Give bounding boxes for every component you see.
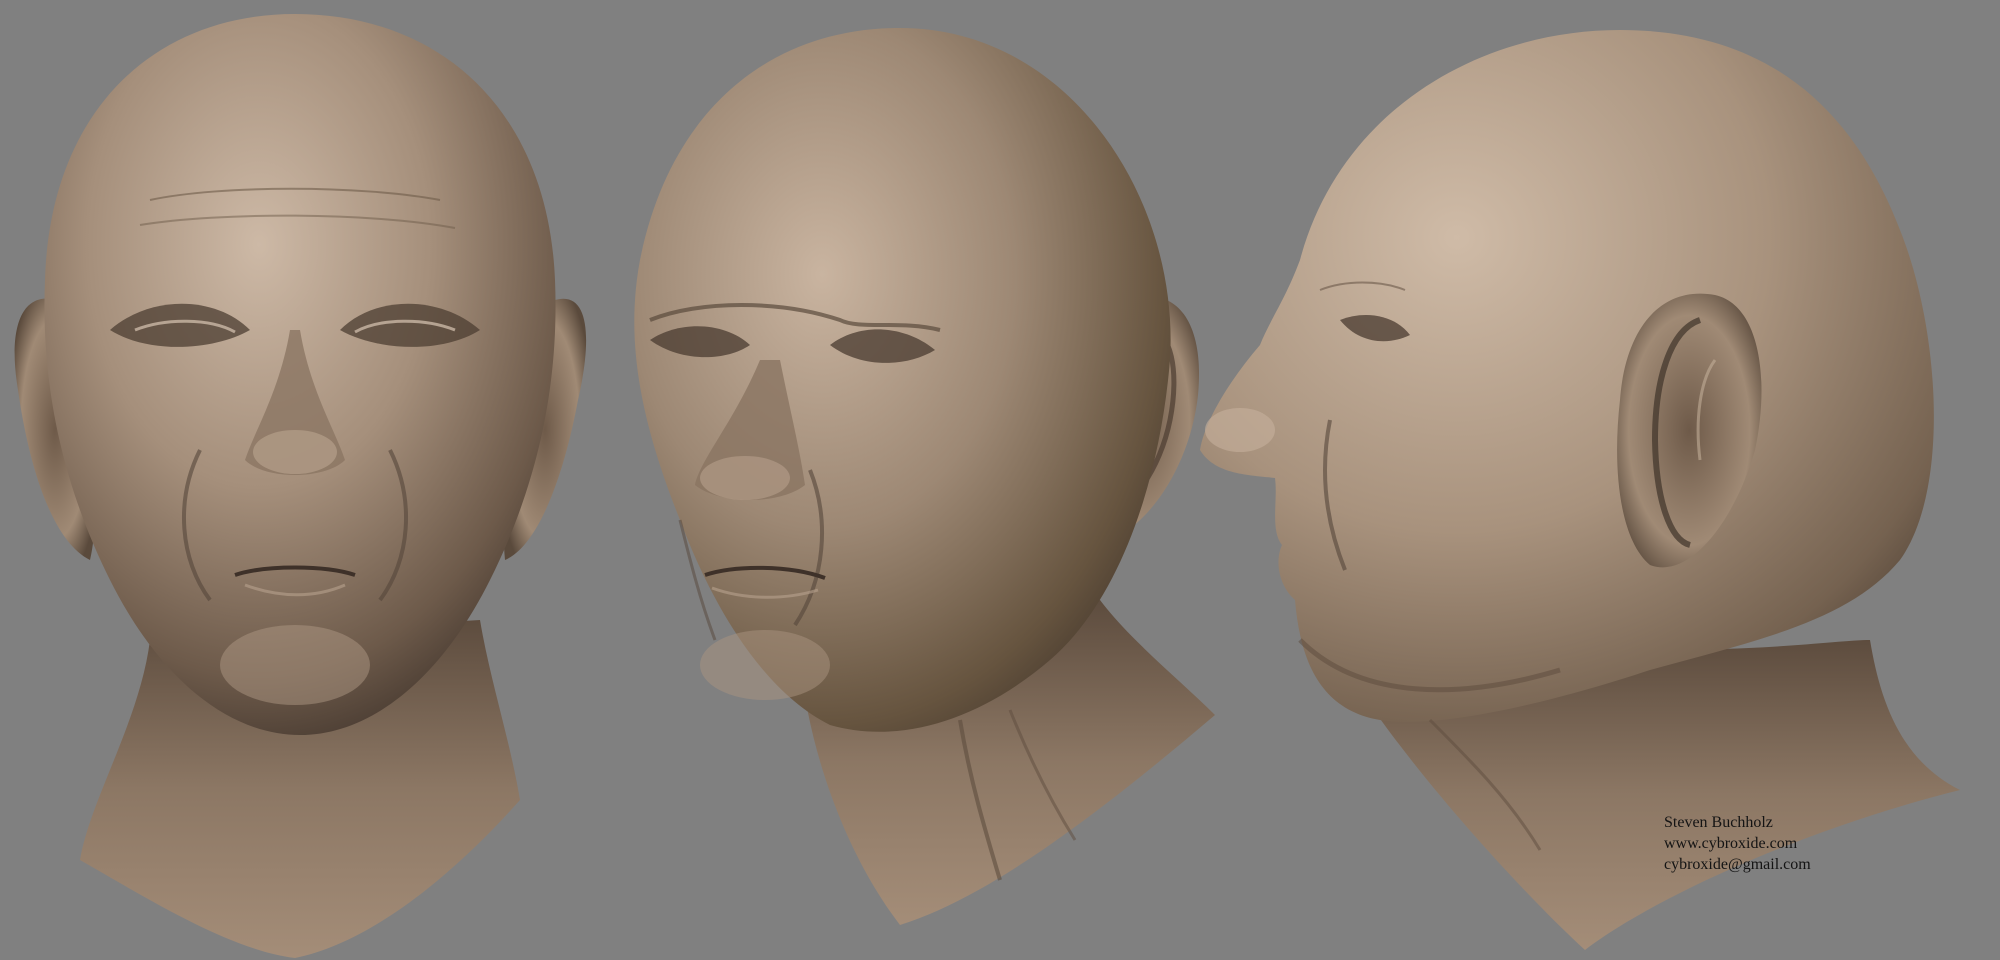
artist-website: www.cybroxide.com [1664,835,1798,852]
render-canvas: Steven Buchholz www.cybroxide.com cybrox… [0,0,2000,960]
artist-credit: Steven Buchholz www.cybroxide.com cybrox… [1664,812,1811,875]
head-front-view [14,14,587,958]
artist-name: Steven Buchholz [1664,814,1773,831]
head-side-view [1200,30,1960,950]
head-three-quarter-view [634,28,1215,925]
artist-email: cybroxide@gmail.com [1664,856,1811,873]
